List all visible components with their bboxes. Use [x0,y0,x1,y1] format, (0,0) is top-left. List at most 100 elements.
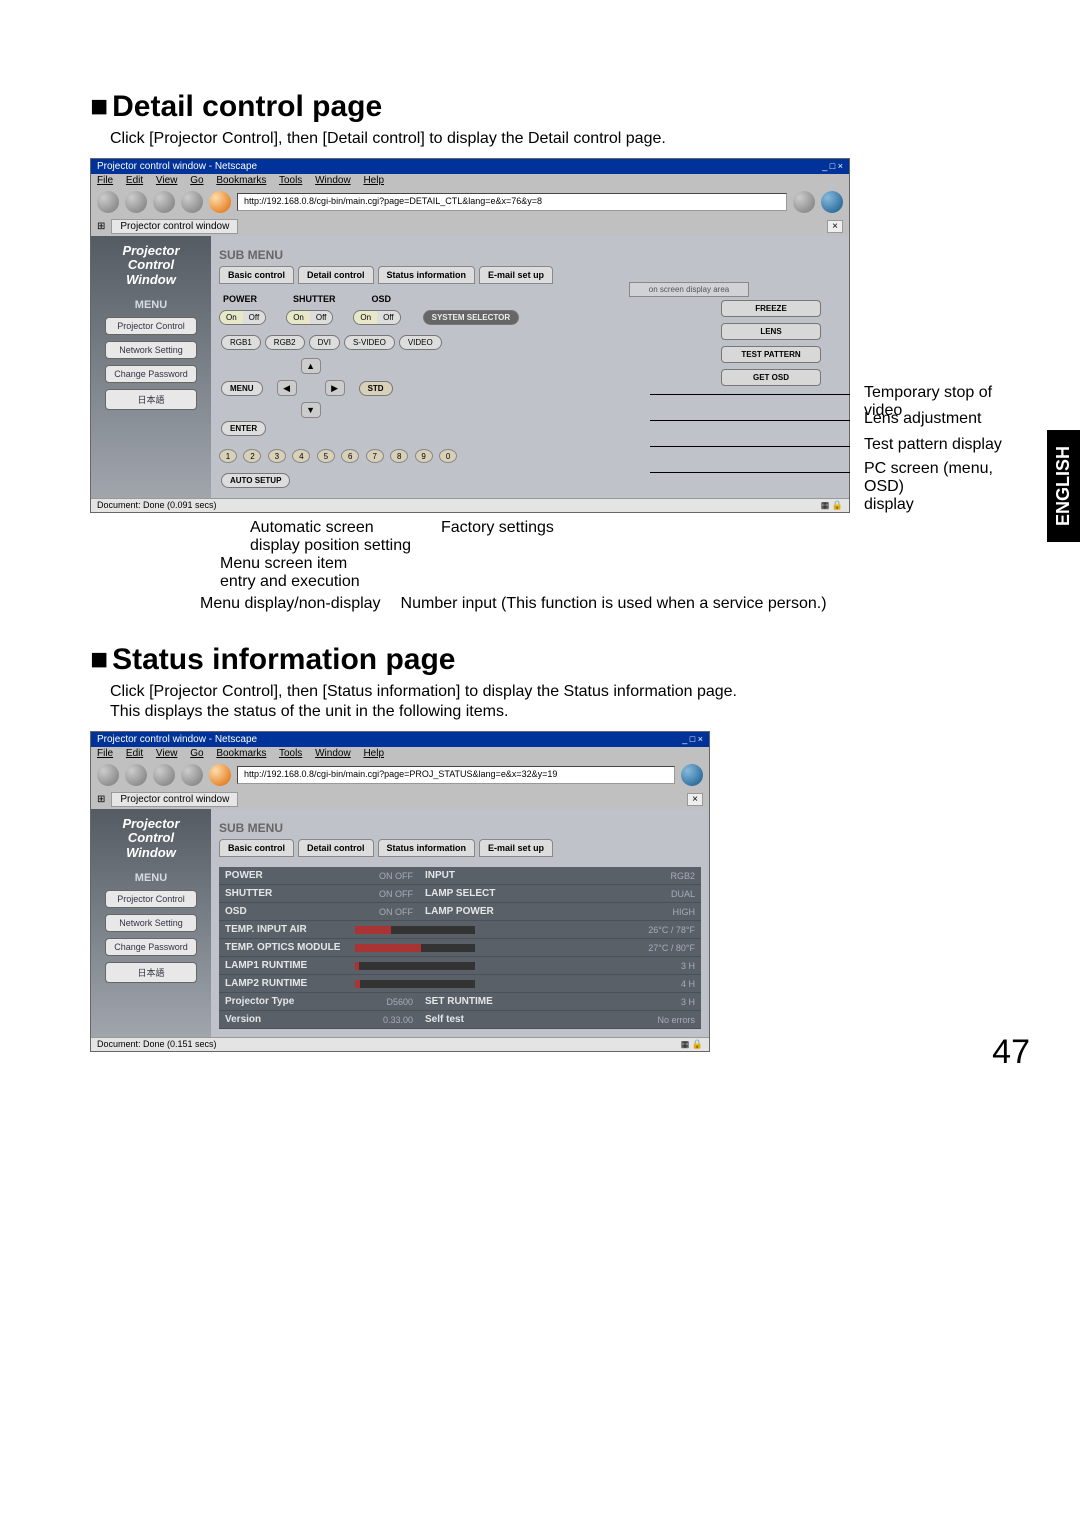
tab-email-setup[interactable]: E-mail set up [479,266,553,284]
arrow-right-icon[interactable]: ▶ [325,380,345,396]
num-1[interactable]: 1 [219,449,237,463]
url-input[interactable]: http://192.168.0.8/cgi-bin/main.cgi?page… [237,193,787,211]
sidebar-item-projector-control[interactable]: Projector Control [105,317,197,335]
callout-enter: Menu screen item entry and execution [220,555,360,591]
status-text: Document: Done (0.151 secs) [97,1039,217,1050]
tabgroup-icon[interactable]: ⊞ [97,794,105,805]
menubar[interactable]: File Edit View Go Bookmarks Tools Window… [91,174,849,187]
enter-button[interactable]: ENTER [221,421,266,436]
close-tab-icon[interactable]: × [827,220,843,233]
table-row: OSDON OFFLAMP POWERHIGH [219,903,701,921]
app-title: Projector Control Window [95,817,207,860]
window-title: Projector control window - Netscape [97,734,257,745]
menu-edit[interactable]: Edit [126,175,143,186]
netscape-icon [681,764,703,786]
sidebar-item-projector-control[interactable]: Projector Control [105,890,197,908]
num-2[interactable]: 2 [243,449,261,463]
browser-tab[interactable]: Projector control window [111,219,238,234]
menu-help[interactable]: Help [363,175,384,186]
reload-icon[interactable] [153,191,175,213]
num-8[interactable]: 8 [390,449,408,463]
sidebar-item-network-setting[interactable]: Network Setting [105,914,197,932]
input-video[interactable]: VIDEO [399,335,442,350]
browser-tab[interactable]: Projector control window [111,792,238,807]
forward-icon[interactable] [125,764,147,786]
std-button[interactable]: STD [359,381,393,396]
callout-std: Factory settings [441,519,554,555]
home-icon[interactable] [209,764,231,786]
menu-go[interactable]: Go [190,175,203,186]
input-dvi[interactable]: DVI [309,335,340,350]
sidebar-item-change-password[interactable]: Change Password [105,938,197,956]
menu-window[interactable]: Window [315,748,351,759]
num-3[interactable]: 3 [268,449,286,463]
menu-label: MENU [95,872,207,884]
input-svideo[interactable]: S-VIDEO [344,335,395,350]
tabgroup-icon[interactable]: ⊞ [97,221,105,232]
arrow-up-icon[interactable]: ▲ [301,358,321,374]
tab-status-information[interactable]: Status information [378,266,476,284]
tab-detail-control[interactable]: Detail control [298,839,374,857]
menubar[interactable]: File Edit View Go Bookmarks Tools Window… [91,747,709,760]
menu-button[interactable]: MENU [221,381,263,396]
input-rgb2[interactable]: RGB2 [265,335,305,350]
reload-icon[interactable] [153,764,175,786]
tab-detail-control[interactable]: Detail control [298,266,374,284]
input-rgb1[interactable]: RGB1 [221,335,261,350]
menu-help[interactable]: Help [363,748,384,759]
tab-email-setup[interactable]: E-mail set up [479,839,553,857]
close-tab-icon[interactable]: × [687,793,703,806]
back-icon[interactable] [97,191,119,213]
menu-bookmarks[interactable]: Bookmarks [216,748,266,759]
menu-view[interactable]: View [156,175,178,186]
num-5[interactable]: 5 [317,449,335,463]
num-0[interactable]: 0 [439,449,457,463]
menu-file[interactable]: File [97,748,113,759]
lens-button[interactable]: LENS [721,323,821,340]
menu-view[interactable]: View [156,748,178,759]
sidebar-item-japanese[interactable]: 日本語 [105,389,197,410]
menu-file[interactable]: File [97,175,113,186]
forward-icon[interactable] [125,191,147,213]
tab-basic-control[interactable]: Basic control [219,839,294,857]
submenu-label: SUB MENU [219,248,841,262]
sidebar-item-change-password[interactable]: Change Password [105,365,197,383]
sidebar-item-network-setting[interactable]: Network Setting [105,341,197,359]
stop-icon[interactable] [181,764,203,786]
menu-go[interactable]: Go [190,748,203,759]
stop-icon[interactable] [181,191,203,213]
callout-testpattern: Test pattern display [864,436,1002,454]
num-4[interactable]: 4 [292,449,310,463]
table-row: TEMP. INPUT AIR26°C / 78°F [219,921,701,939]
heading-shutter: SHUTTER [293,294,336,304]
system-selector-button[interactable]: SYSTEM SELECTOR [423,310,520,325]
auto-setup-button[interactable]: AUTO SETUP [221,473,290,488]
tab-status-information[interactable]: Status information [378,839,476,857]
menu-window[interactable]: Window [315,175,351,186]
osd-toggle[interactable]: OnOff [353,310,400,325]
url-input[interactable]: http://192.168.0.8/cgi-bin/main.cgi?page… [237,766,675,784]
menu-tools[interactable]: Tools [279,748,302,759]
menu-edit[interactable]: Edit [126,748,143,759]
arrow-down-icon[interactable]: ▼ [301,402,321,418]
home-icon[interactable] [209,191,231,213]
tab-basic-control[interactable]: Basic control [219,266,294,284]
window-controls[interactable]: _ □ × [822,161,843,172]
shutter-toggle[interactable]: OnOff [286,310,333,325]
sidebar-item-japanese[interactable]: 日本語 [105,962,197,983]
arrow-left-icon[interactable]: ◀ [277,380,297,396]
get-osd-button[interactable]: GET OSD [721,369,821,386]
menu-tools[interactable]: Tools [279,175,302,186]
back-icon[interactable] [97,764,119,786]
window-controls[interactable]: _ □ × [682,734,703,745]
power-toggle[interactable]: OnOff [219,310,266,325]
menu-bookmarks[interactable]: Bookmarks [216,175,266,186]
table-row: LAMP1 RUNTIME3 H [219,957,701,975]
test-pattern-button[interactable]: TEST PATTERN [721,346,821,363]
go-icon[interactable] [793,191,815,213]
freeze-button[interactable]: FREEZE [721,300,821,317]
num-9[interactable]: 9 [415,449,433,463]
intro-status-2: This displays the status of the unit in … [110,703,1020,721]
num-6[interactable]: 6 [341,449,359,463]
num-7[interactable]: 7 [366,449,384,463]
